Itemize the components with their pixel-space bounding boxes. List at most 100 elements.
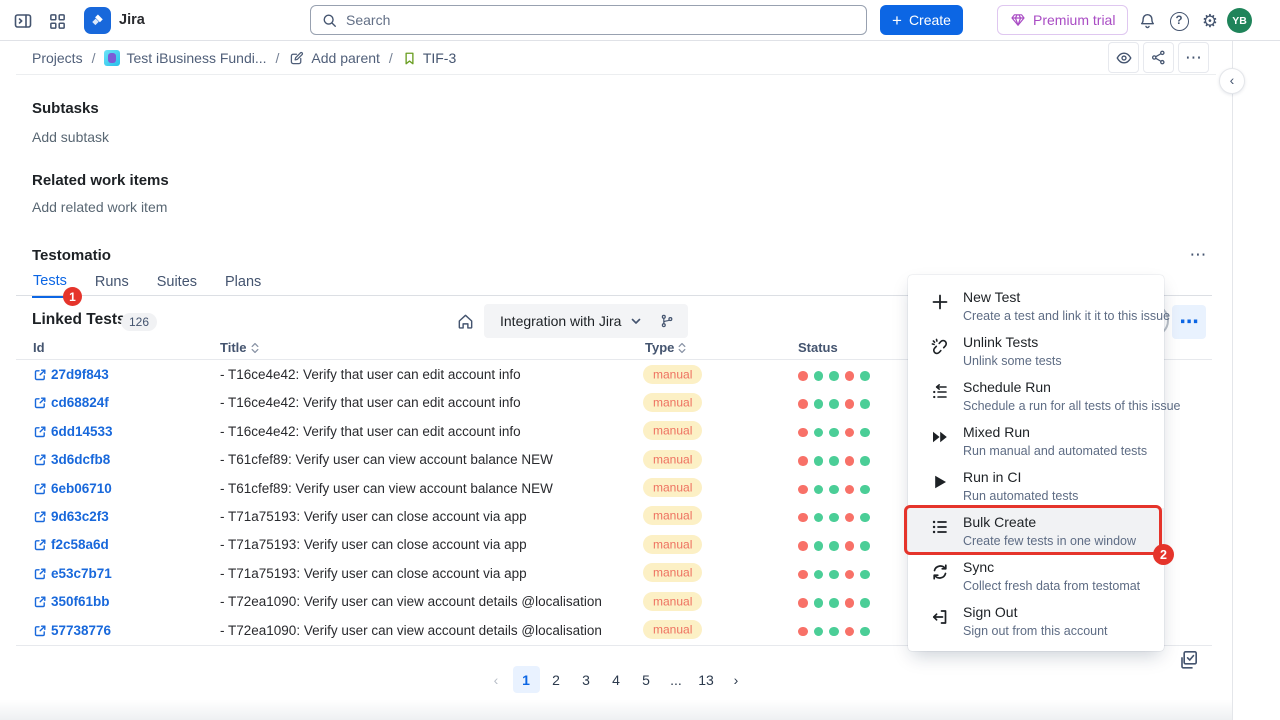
tab[interactable]: Plans: [224, 273, 262, 298]
search-input[interactable]: [346, 12, 856, 28]
type-badge: manual: [643, 506, 702, 525]
top-navigation-bar: Jira Create Premium trial YB: [0, 0, 1280, 41]
tab[interactable]: Runs: [94, 273, 130, 298]
collapse-panel-chevron-icon[interactable]: [1219, 68, 1245, 94]
page-button-label: 5: [642, 672, 650, 688]
sidebar-toggle-icon[interactable]: [10, 8, 36, 34]
right-panel-divider: [1232, 41, 1233, 720]
menu-item[interactable]: Sign Out Sign out from this account: [908, 598, 1164, 643]
external-link-icon: [33, 624, 47, 638]
page-button[interactable]: ...: [663, 666, 690, 693]
watch-eye-icon[interactable]: [1108, 42, 1139, 73]
linked-tests-menu-trigger-icon[interactable]: [1172, 305, 1206, 339]
page-button[interactable]: ›: [723, 666, 750, 693]
header-divider: [16, 74, 1216, 75]
bulk-select-icon[interactable]: [1176, 648, 1200, 672]
menu-item[interactable]: Unlink Tests Unlink some tests: [908, 328, 1164, 373]
test-id-link[interactable]: cd68824f: [51, 395, 109, 410]
menu-item-icon: [930, 292, 950, 312]
test-id-link[interactable]: 3d6dcfb8: [51, 452, 110, 467]
test-id-link[interactable]: f2c58a6d: [51, 537, 109, 552]
menu-item[interactable]: Mixed Run Run manual and automated tests: [908, 418, 1164, 463]
status-dots: [798, 485, 870, 495]
plus-icon: [892, 12, 902, 29]
bookmark-icon: [402, 51, 417, 66]
menu-item[interactable]: New Test Create a test and link it it to…: [908, 283, 1164, 328]
linked-tests-count-badge: 126: [121, 313, 157, 331]
issue-more-actions-icon[interactable]: [1178, 42, 1209, 73]
home-icon[interactable]: [452, 308, 478, 334]
share-icon[interactable]: [1143, 42, 1174, 73]
settings-gear-icon[interactable]: [1197, 8, 1223, 34]
type-badge: manual: [643, 535, 702, 554]
menu-item[interactable]: Bulk Create Create few tests in one wind…: [908, 508, 1164, 553]
page-button[interactable]: 4: [603, 666, 630, 693]
project-avatar: [104, 50, 120, 66]
status-dots: [798, 456, 870, 466]
testomatio-actions-menu: New Test Create a test and link it it to…: [908, 275, 1164, 651]
menu-item-icon: [930, 562, 950, 582]
external-link-icon: [33, 538, 47, 552]
sort-icon: [678, 342, 686, 354]
menu-item[interactable]: Run in CI Run automated tests: [908, 463, 1164, 508]
branch-icon[interactable]: [659, 313, 675, 329]
page-button-label: ›: [734, 672, 739, 688]
menu-item-description: Schedule a run for all tests of this iss…: [963, 399, 1180, 413]
app-switcher-icon[interactable]: [44, 8, 70, 34]
test-id-link[interactable]: 9d63c2f3: [51, 509, 109, 524]
test-id-link[interactable]: 57738776: [51, 623, 111, 638]
page-button-label: 1: [522, 672, 530, 688]
testomatio-heading: Testomatio: [32, 247, 111, 264]
premium-trial-button[interactable]: Premium trial: [997, 5, 1128, 35]
page-button-label: 13: [698, 672, 714, 688]
menu-item[interactable]: Schedule Run Schedule a run for all test…: [908, 373, 1164, 418]
tab-label: Runs: [95, 274, 129, 290]
page-button[interactable]: 1: [513, 666, 540, 693]
test-id-link[interactable]: e53c7b71: [51, 566, 112, 581]
add-parent-button[interactable]: Add parent: [288, 50, 380, 67]
breadcrumb-separator: /: [389, 50, 393, 66]
tab[interactable]: Suites: [156, 273, 198, 298]
add-subtask-button[interactable]: Add subtask: [32, 129, 109, 145]
notifications-bell-icon[interactable]: [1134, 8, 1160, 34]
page-button-label: ‹: [494, 672, 499, 688]
type-badge: manual: [643, 450, 702, 469]
test-id-link[interactable]: 27d9f843: [51, 367, 109, 382]
menu-item[interactable]: Sync Collect fresh data from testomat: [908, 553, 1164, 598]
global-search[interactable]: [310, 5, 867, 35]
test-id-link[interactable]: 350f61bb: [51, 594, 110, 609]
menu-item-icon: [930, 382, 950, 402]
help-icon[interactable]: [1166, 8, 1192, 34]
menu-item-icon: [930, 427, 950, 447]
user-avatar[interactable]: YB: [1227, 8, 1252, 33]
menu-item-title: New Test: [963, 289, 1170, 306]
column-header-title[interactable]: Title: [220, 340, 259, 355]
bottom-fade: [0, 700, 1232, 720]
breadcrumb-projects-link[interactable]: Projects: [32, 50, 83, 66]
breadcrumb-issue-link[interactable]: TIF-3: [402, 50, 456, 66]
project-filter-dropdown[interactable]: Integration with Jira: [484, 304, 688, 338]
menu-item-icon: [930, 517, 950, 537]
page-button[interactable]: ‹: [483, 666, 510, 693]
breadcrumb-project-link[interactable]: Test iBusiness Fundi...: [104, 50, 266, 66]
app-root: Jira Create Premium trial YB Projects /: [0, 0, 1280, 720]
testomatio-more-actions-icon[interactable]: [1184, 244, 1212, 266]
create-button[interactable]: Create: [880, 5, 963, 35]
page-button[interactable]: 3: [573, 666, 600, 693]
page-button[interactable]: 13: [693, 666, 720, 693]
test-id-link[interactable]: 6eb06710: [51, 481, 112, 496]
add-related-work-item-button[interactable]: Add related work item: [32, 199, 167, 215]
jira-logo[interactable]: [84, 7, 111, 34]
column-header-type[interactable]: Type: [645, 340, 686, 355]
external-link-icon: [33, 425, 47, 439]
column-header-id[interactable]: Id: [33, 340, 45, 355]
page-button[interactable]: 5: [633, 666, 660, 693]
status-dots: [798, 371, 870, 381]
test-id-link[interactable]: 6dd14533: [51, 424, 113, 439]
related-work-items-heading: Related work items: [32, 172, 169, 189]
test-title: - T72ea1090: Verify user can view accoun…: [220, 623, 602, 638]
page-button-label: ...: [670, 672, 682, 688]
create-button-label: Create: [909, 12, 951, 28]
page-button[interactable]: 2: [543, 666, 570, 693]
tab-label: Suites: [157, 274, 197, 290]
